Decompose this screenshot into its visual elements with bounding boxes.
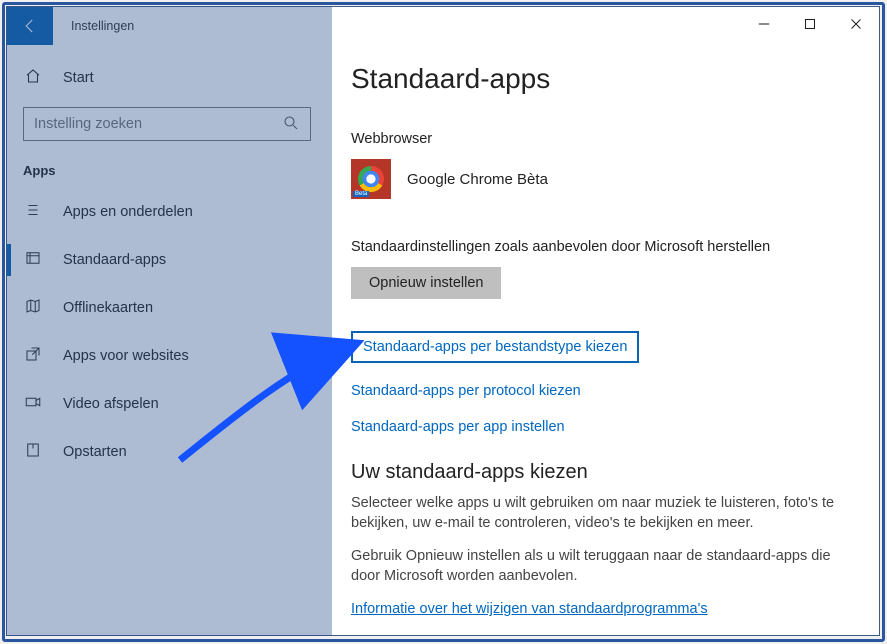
sidebar-item-label: Apps voor websites [63,348,189,364]
minimize-icon [755,15,773,33]
page-title: Standaard-apps [351,63,855,95]
maximize-button[interactable] [787,7,833,41]
search-input-wrap[interactable] [23,107,311,141]
webbrowser-label: Webbrowser [351,131,855,147]
sidebar-section-header: Apps [7,157,327,188]
browser-name: Google Chrome Bèta [407,171,548,188]
help-title: Uw standaard-apps kiezen [351,461,855,484]
search-icon [282,114,300,135]
link-choose-by-filetype-highlight: Standaard-apps per bestandstype kiezen [351,331,639,363]
window-body: Start Apps Apps en onderdelen [7,45,879,635]
sidebar-item-default-apps[interactable]: Standaard-apps [7,236,327,284]
sidebar-item-video-playback[interactable]: Video afspelen [7,380,327,428]
help-paragraph-1: Selecteer welke apps u wilt gebruiken om… [351,494,855,533]
sidebar-home[interactable]: Start [7,57,327,99]
sidebar-item-label: Apps en onderdelen [63,204,193,220]
help-paragraph-2: Gebruik Opnieuw instellen als u wilt ter… [351,547,855,586]
search-input[interactable] [34,116,282,132]
list-icon [23,201,43,223]
arrow-left-icon [21,17,39,35]
search-container [7,99,327,157]
video-icon [23,393,43,415]
sidebar-item-offline-maps[interactable]: Offlinekaarten [7,284,327,332]
close-icon [847,15,865,33]
sidebar-home-label: Start [63,70,94,86]
link-set-by-app[interactable]: Standaard-apps per app instellen [351,419,855,435]
sidebar-item-apps-websites[interactable]: Apps voor websites [7,332,327,380]
sidebar-item-label: Standaard-apps [63,252,166,268]
maximize-icon [801,15,819,33]
default-browser-button[interactable]: Beta Google Chrome Bèta [351,159,855,199]
content-pane: Standaard-apps Webbrowser Beta Google Ch… [327,45,879,635]
minimize-button[interactable] [741,7,787,41]
reset-description: Standaardinstellingen zoals aanbevolen d… [351,239,855,255]
home-icon [23,67,43,89]
back-button[interactable] [7,7,53,45]
settings-window: Instellingen Start [6,6,880,636]
startup-icon [23,441,43,463]
sidebar-item-startup[interactable]: Opstarten [7,428,327,476]
sidebar-item-label: Opstarten [63,444,127,460]
app-title: Instellingen [71,19,134,33]
window-controls [741,7,879,41]
chrome-beta-icon: Beta [351,159,391,199]
map-icon [23,297,43,319]
titlebar: Instellingen [7,7,879,45]
close-button[interactable] [833,7,879,41]
reset-button[interactable]: Opnieuw instellen [351,267,501,299]
help-more-link[interactable]: Informatie over het wijzigen van standaa… [351,601,708,617]
link-choose-by-filetype[interactable]: Standaard-apps per bestandstype kiezen [363,339,627,355]
sidebar-item-label: Video afspelen [63,396,159,412]
sidebar-item-apps-features[interactable]: Apps en onderdelen [7,188,327,236]
defaults-icon [23,249,43,271]
sidebar-item-label: Offlinekaarten [63,300,153,316]
link-choose-by-protocol[interactable]: Standaard-apps per protocol kiezen [351,383,855,399]
sidebar: Start Apps Apps en onderdelen [7,45,327,635]
share-icon [23,345,43,367]
